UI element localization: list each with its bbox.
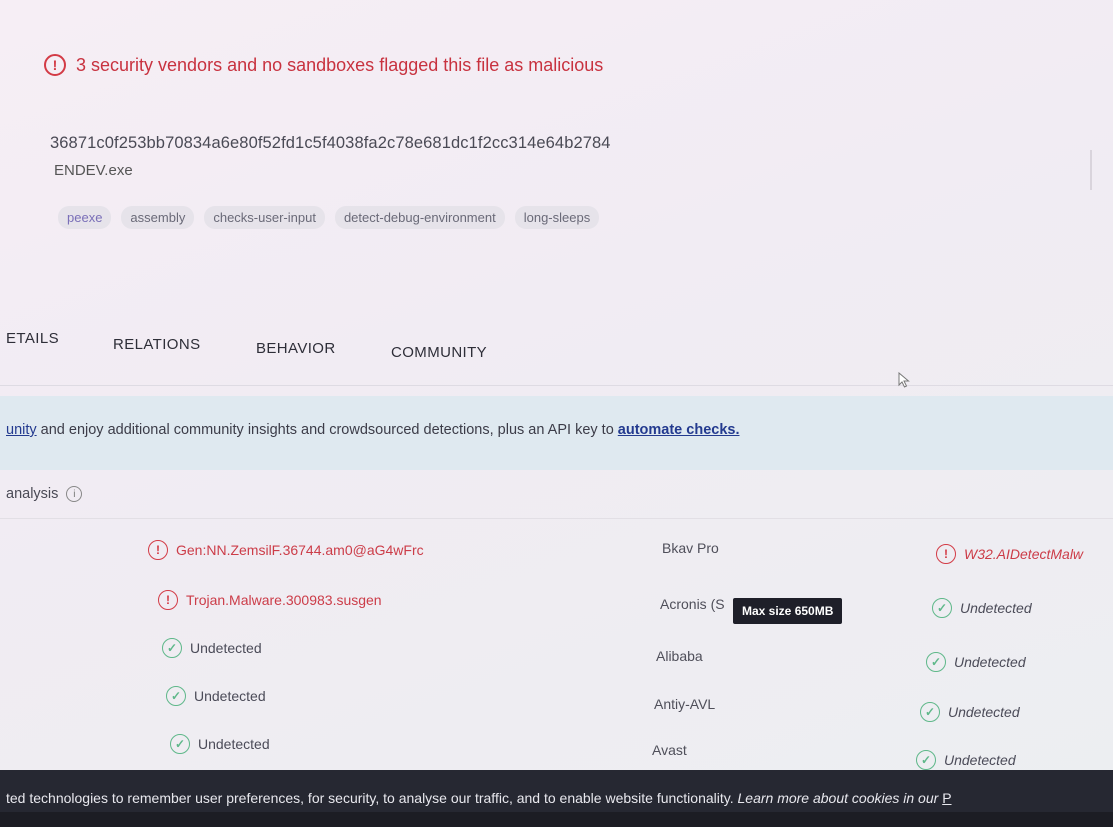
detection-result: Gen:NN.ZemsilF.36744.am0@aG4wFrc [176, 542, 424, 558]
check-circle-icon: ✓ [932, 598, 952, 618]
analysis-label: analysis [6, 486, 59, 502]
tag-long-sleeps[interactable]: long-sleeps [514, 206, 600, 229]
tag-detect-debug-environment[interactable]: detect-debug-environment [334, 206, 505, 229]
detection-result: Undetected [198, 736, 270, 752]
vendor-label: Bkav Pro [662, 540, 719, 556]
vendor-label: Acronis (S [660, 596, 725, 612]
vendor-name: Bkav Pro [662, 540, 719, 556]
tab-relations[interactable]: RELATIONS [113, 336, 201, 353]
check-circle-icon: ✓ [162, 638, 182, 658]
page-frame: ! 3 security vendors and no sandboxes fl… [0, 0, 1113, 827]
tag-assembly[interactable]: assembly [121, 206, 195, 229]
vendor-name: Alibaba [656, 648, 703, 664]
table-divider [0, 518, 1113, 519]
check-circle-icon: ✓ [166, 686, 186, 706]
table-row: ✓ Undetected Avast ✓ Undetected [0, 728, 1113, 776]
detection-alert: ! 3 security vendors and no sandboxes fl… [44, 54, 603, 76]
size-tooltip: Max size 650MB [733, 598, 843, 624]
detection-cell: ✓ Undetected [170, 734, 270, 754]
banner-body: and enjoy additional community insights … [36, 422, 618, 438]
vendor-name: Avast [652, 742, 687, 758]
cookie-body: ted technologies to remember user prefer… [6, 790, 738, 806]
detection-result: Undetected [948, 704, 1020, 720]
check-circle-icon: ✓ [926, 652, 946, 672]
detection-result: Undetected [194, 688, 266, 704]
info-icon[interactable]: i [66, 486, 83, 502]
check-circle-icon: ✓ [916, 750, 936, 770]
detection-cell: ✓ Undetected [916, 750, 1016, 770]
detection-cell: ✓ Undetected [932, 598, 1032, 618]
alert-circle-icon: ! [936, 544, 956, 564]
vendor-name: Acronis (S [660, 596, 725, 612]
privacy-policy-link[interactable]: P [942, 790, 951, 806]
cookie-learn-more: Learn more about cookies in our [737, 790, 943, 806]
detection-result: W32.AIDetectMalw [964, 546, 1084, 562]
detection-result: Undetected [960, 600, 1032, 616]
scrollbar[interactable] [1090, 150, 1092, 190]
automate-checks-link[interactable]: automate checks. [618, 422, 740, 438]
tab-bar: ETAILS RELATIONS BEHAVIOR COMMUNITY [0, 330, 487, 361]
file-header: ! 3 security vendors and no sandboxes fl… [0, 0, 1113, 300]
detection-result: Trojan.Malware.300983.susgen [186, 592, 382, 608]
screen-bezel [0, 812, 1113, 827]
tab-details[interactable]: ETAILS [6, 330, 59, 347]
detection-cell: ! Gen:NN.ZemsilF.36744.am0@aG4wFrc [148, 540, 424, 560]
check-circle-icon: ✓ [920, 702, 940, 722]
file-tags: peexe assembly checks-user-input detect-… [58, 206, 600, 229]
detection-cell: ✓ Undetected [920, 702, 1020, 722]
detection-result: Undetected [944, 752, 1016, 768]
community-banner: unity and enjoy additional community ins… [0, 396, 1113, 470]
alert-circle-icon: ! [158, 590, 178, 610]
detection-result: Undetected [190, 640, 262, 656]
detection-result: Undetected [954, 654, 1026, 670]
detection-cell: ✓ Undetected [926, 652, 1026, 672]
tab-community[interactable]: COMMUNITY [391, 344, 487, 361]
vendor-label: Alibaba [656, 648, 703, 664]
file-hash: 36871c0f253bb70834a6e80f52fd1c5f4038fa2c… [50, 134, 611, 152]
vendor-label: Avast [652, 742, 687, 758]
banner-text: unity and enjoy additional community ins… [6, 422, 739, 438]
file-name: ENDEV.exe [54, 162, 133, 179]
alert-circle-icon: ! [44, 54, 66, 76]
join-community-link[interactable]: unity [6, 422, 37, 438]
table-row: ✓ Undetected Antiy-AVL ✓ Undetected [0, 680, 1113, 728]
detection-cell: ✓ Undetected [166, 686, 266, 706]
vendor-name: Antiy-AVL [654, 696, 715, 712]
cookie-text: ted technologies to remember user prefer… [6, 790, 952, 806]
analysis-heading: analysis i [6, 486, 83, 502]
vendor-label: Antiy-AVL [654, 696, 716, 712]
table-row: ! Trojan.Malware.300983.susgen Acronis (… [0, 578, 1113, 626]
table-row: ! Gen:NN.ZemsilF.36744.am0@aG4wFrc Bkav … [0, 526, 1113, 574]
detection-cell: ! W32.AIDetectMalw [936, 544, 1083, 564]
tabs-divider [0, 385, 1113, 386]
check-circle-icon: ✓ [170, 734, 190, 754]
detection-cell: ✓ Undetected [162, 638, 262, 658]
tag-checks-user-input[interactable]: checks-user-input [204, 206, 325, 229]
detection-cell: ! Trojan.Malware.300983.susgen [158, 590, 382, 610]
tag-peexe[interactable]: peexe [58, 206, 112, 229]
tab-behavior[interactable]: BEHAVIOR [256, 340, 336, 357]
alert-text: 3 security vendors and no sandboxes flag… [76, 54, 604, 75]
alert-circle-icon: ! [148, 540, 168, 560]
mouse-cursor-icon [898, 372, 910, 388]
table-row: ✓ Undetected Alibaba ✓ Undetected [0, 630, 1113, 678]
